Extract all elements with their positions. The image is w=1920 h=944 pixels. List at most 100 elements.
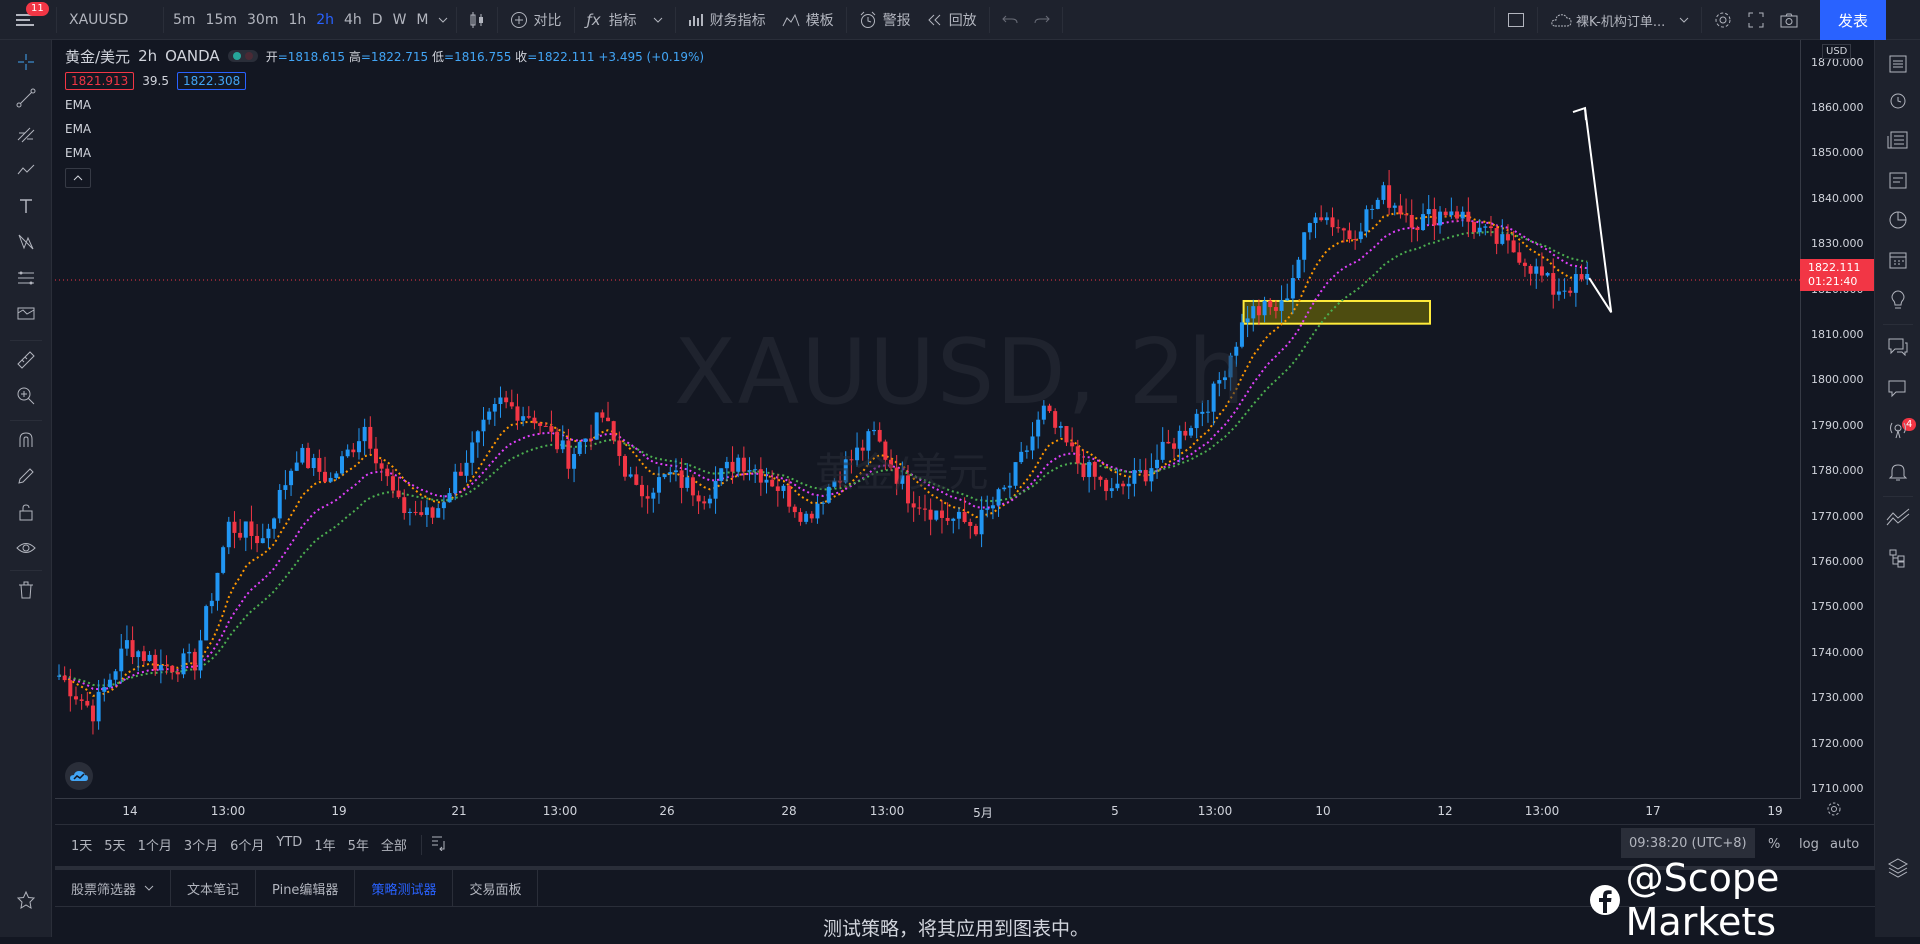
timezone-clock[interactable]: 09:38:20 (UTC+8)	[1621, 828, 1755, 858]
goto-date-button[interactable]	[430, 835, 448, 855]
interval-30m[interactable]: 30m	[242, 0, 283, 40]
interval-W[interactable]: W	[388, 0, 412, 40]
bottom-tab[interactable]: 策略测试器	[355, 870, 454, 906]
undo-button[interactable]	[994, 0, 1026, 40]
bottom-tab[interactable]: 交易面板	[453, 870, 539, 906]
financials-button[interactable]: 财务指标	[680, 0, 774, 40]
layout-name: 裸K-机构订单...	[1576, 14, 1666, 30]
snapshot-button[interactable]	[1772, 0, 1806, 40]
calendar-button[interactable]	[1884, 246, 1912, 274]
indicator-ema-1[interactable]: EMA	[65, 98, 704, 114]
alerts-button[interactable]	[1884, 86, 1912, 114]
watchlist-button[interactable]	[1884, 50, 1912, 78]
streams-button[interactable]	[1884, 416, 1912, 444]
range-button[interactable]: 1天	[65, 835, 98, 854]
magnet-tool[interactable]	[12, 426, 40, 454]
hotlist-button[interactable]	[1884, 206, 1912, 234]
axis-settings-button[interactable]	[1826, 801, 1842, 821]
candle-body	[153, 654, 158, 671]
icons-tool[interactable]	[12, 300, 40, 328]
crosshair-tool[interactable]	[12, 48, 40, 76]
main-menu-button[interactable]: 11	[0, 0, 52, 40]
camera-icon	[1780, 13, 1798, 28]
fib-tool[interactable]	[12, 120, 40, 148]
buy-price-button[interactable]: 1822.308	[176, 72, 247, 90]
symbol-name[interactable]: 黄金/美元	[65, 46, 130, 67]
price-tick-label: 1720.000	[1811, 736, 1864, 750]
redo-button[interactable]	[1026, 0, 1058, 40]
compare-button[interactable]: 对比	[502, 0, 570, 40]
range-button[interactable]: 5年	[342, 835, 375, 854]
replay-button[interactable]: 回放	[919, 0, 985, 40]
interval-1h[interactable]: 1h	[283, 0, 311, 40]
candle-body	[555, 431, 560, 450]
bottom-tab[interactable]: 文本笔记	[171, 870, 257, 906]
ruler-tool[interactable]	[12, 346, 40, 374]
remove-drawings-tool[interactable]	[12, 576, 40, 604]
currency-label[interactable]: USD	[1822, 44, 1852, 59]
range-button[interactable]: 1年	[308, 835, 341, 854]
chart-type-button[interactable]	[461, 0, 493, 40]
prediction-tool[interactable]	[12, 228, 40, 256]
market-status[interactable]	[227, 50, 258, 62]
lock-drawings-tool[interactable]	[12, 498, 40, 526]
projection-arrow	[1584, 107, 1613, 313]
saved-layout-button[interactable]: 裸K-机构订单...	[1542, 0, 1697, 40]
publish-button[interactable]: 发表	[1820, 0, 1886, 40]
bottom-tab-label: 策略测试器	[371, 882, 437, 898]
indicator-ema-3[interactable]: EMA	[65, 146, 704, 162]
chats-button[interactable]	[1884, 332, 1912, 360]
interval-4h[interactable]: 4h	[339, 0, 367, 40]
bar-chart-icon	[688, 13, 703, 26]
symbol-search-button[interactable]: XAUUSD	[61, 0, 159, 40]
bottom-tab[interactable]: 股票筛选器	[55, 870, 172, 906]
data-window-button[interactable]	[1884, 126, 1912, 154]
range-button[interactable]: 1个月	[132, 835, 178, 854]
interval-15m[interactable]: 15m	[201, 0, 242, 40]
measure-lines-tool[interactable]	[12, 264, 40, 292]
range-button[interactable]: 全部	[375, 835, 413, 854]
keep-drawing-tool[interactable]	[12, 462, 40, 490]
news-button[interactable]	[1884, 166, 1912, 194]
interval-D[interactable]: D	[367, 0, 388, 40]
open-label: 开	[265, 49, 278, 64]
fullscreen-button[interactable]	[1740, 0, 1772, 40]
messages-button[interactable]	[1884, 374, 1912, 402]
hide-drawings-tool[interactable]	[12, 534, 40, 562]
range-button[interactable]: 5天	[98, 835, 131, 854]
templates-button[interactable]: 模板	[774, 0, 842, 40]
collapse-legend-button[interactable]	[65, 168, 91, 188]
auto-toggle[interactable]: auto	[1830, 837, 1859, 852]
range-button[interactable]: YTD	[270, 835, 308, 854]
trading-button[interactable]	[1884, 502, 1912, 530]
text-tool[interactable]	[12, 192, 40, 220]
candle-body	[498, 397, 503, 405]
percent-toggle[interactable]: %	[1768, 837, 1780, 852]
range-button[interactable]: 6个月	[224, 835, 270, 854]
tradingview-logo[interactable]	[65, 762, 93, 790]
sell-price-button[interactable]: 1821.913	[65, 72, 135, 90]
pattern-tool[interactable]	[12, 156, 40, 184]
layout-select-button[interactable]	[1499, 0, 1533, 40]
settings-button[interactable]	[1706, 0, 1740, 40]
interval-5m[interactable]: 5m	[168, 0, 201, 40]
interval-dropdown[interactable]	[434, 0, 452, 40]
ideas-button[interactable]	[1884, 286, 1912, 314]
object-tree-button[interactable]	[1884, 544, 1912, 572]
range-button[interactable]: 3个月	[178, 835, 224, 854]
indicators-button[interactable]: ƒx 指标	[579, 0, 671, 40]
price-scale[interactable]: 1870.000 1860.000 1850.000 1840.000 1830.000…	[1800, 40, 1874, 798]
alert-button[interactable]: 警报	[851, 0, 919, 40]
interval-M[interactable]: M	[411, 0, 433, 40]
time-scale[interactable]: 14 13:00 19 21 13:00 26 28 13:00 5月 5 13:00 10 12 13:…	[55, 798, 1801, 824]
indicator-ema-2[interactable]: EMA	[65, 122, 704, 138]
interval-2h[interactable]: 2h	[311, 0, 339, 40]
log-toggle[interactable]: log	[1799, 837, 1819, 852]
notifications-button[interactable]	[1884, 458, 1912, 486]
favorites-tool[interactable]	[12, 886, 40, 914]
trendline-tool[interactable]	[12, 84, 40, 112]
candle-body	[979, 509, 984, 535]
zoom-tool[interactable]	[12, 382, 40, 410]
candle-body	[1262, 300, 1267, 316]
bottom-tab[interactable]: Pine编辑器	[256, 870, 356, 906]
